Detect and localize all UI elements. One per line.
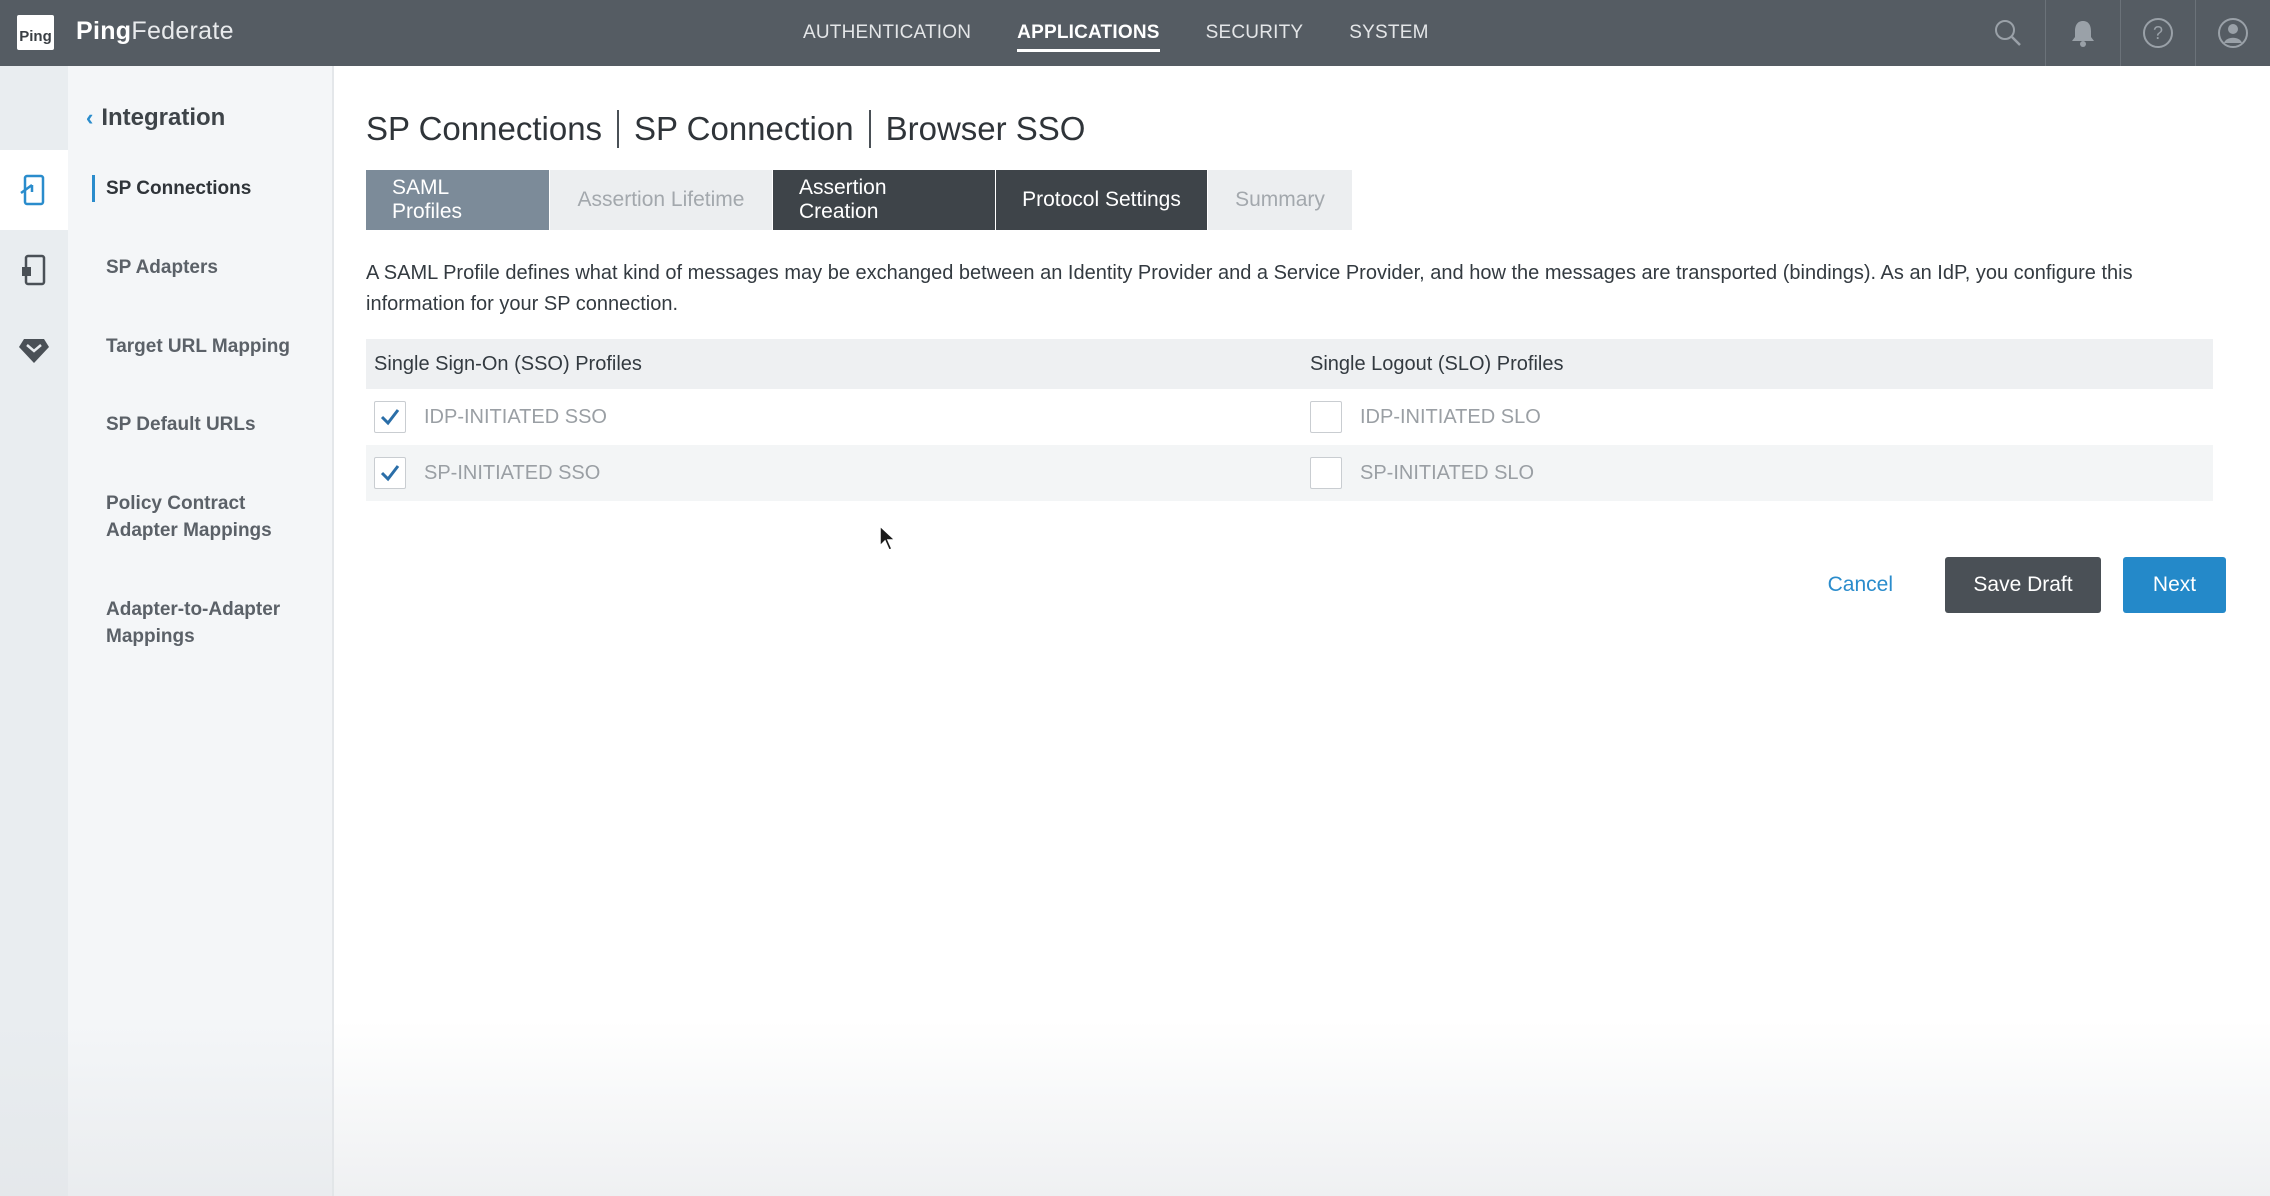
user-icon[interactable] bbox=[2195, 0, 2270, 66]
checkmark-icon bbox=[380, 465, 400, 482]
top-bar: Ping PingFederate AUTHENTICATION APPLICA… bbox=[0, 0, 2270, 66]
bell-icon[interactable] bbox=[2045, 0, 2120, 66]
search-icon[interactable] bbox=[1970, 0, 2045, 66]
next-button[interactable]: Next bbox=[2123, 557, 2226, 613]
sidebar-item-adapter-to-adapter-mappings[interactable]: Adapter-to-Adapter Mappings bbox=[106, 596, 306, 650]
tab-protocol-settings[interactable]: Protocol Settings bbox=[996, 170, 1208, 230]
mouse-cursor-icon bbox=[878, 524, 898, 557]
tab-saml-profiles[interactable]: SAML Profiles bbox=[366, 170, 550, 230]
tab-assertion-creation[interactable]: Assertion Creation bbox=[773, 170, 996, 230]
sidebar-item-sp-adapters[interactable]: SP Adapters bbox=[106, 254, 218, 281]
brand-light: Federate bbox=[131, 17, 234, 45]
profiles-header: Single Sign-On (SSO) Profiles Single Log… bbox=[366, 339, 2213, 389]
sidebar-item-target-url-mapping[interactable]: Target URL Mapping bbox=[106, 333, 290, 360]
idp-initiated-slo-checkbox[interactable] bbox=[1310, 401, 1342, 433]
brand-name: PingFederate bbox=[76, 17, 234, 46]
checkmark-icon bbox=[380, 409, 400, 426]
idp-initiated-sso-checkbox[interactable] bbox=[374, 401, 406, 433]
profile-row: SP-INITIATED SSO SP-INITIATED SLO bbox=[366, 445, 2213, 501]
sidebar-item-policy-contract-adapter-mappings[interactable]: Policy Contract Adapter Mappings bbox=[106, 490, 306, 544]
sp-initiated-sso-label: SP-INITIATED SSO bbox=[424, 461, 601, 484]
breadcrumb: SP Connections SP Connection Browser SSO bbox=[366, 110, 1085, 148]
nav-applications[interactable]: APPLICATIONS bbox=[994, 0, 1182, 66]
breadcrumb-divider bbox=[617, 110, 620, 148]
sidebar-back-label: Integration bbox=[101, 104, 226, 131]
sidebar: ‹ Integration SP Connections SP Adapters… bbox=[68, 66, 334, 1196]
svg-text:?: ? bbox=[2153, 23, 2163, 43]
icon-rail bbox=[0, 66, 68, 1196]
bottom-fade bbox=[0, 1020, 2270, 1196]
breadcrumb-sp-connections[interactable]: SP Connections bbox=[366, 110, 602, 148]
sp-initiated-slo-label: SP-INITIATED SLO bbox=[1360, 461, 1535, 484]
help-icon[interactable]: ? bbox=[2120, 0, 2195, 66]
sp-initiated-sso-checkbox[interactable] bbox=[374, 457, 406, 489]
idp-initiated-sso-label: IDP-INITIATED SSO bbox=[424, 405, 607, 428]
breadcrumb-browser-sso: Browser SSO bbox=[885, 110, 1086, 147]
policy-icon[interactable] bbox=[0, 310, 68, 390]
save-draft-button[interactable]: Save Draft bbox=[1945, 557, 2101, 613]
sp-initiated-slo-checkbox[interactable] bbox=[1310, 457, 1342, 489]
logo-text: Ping bbox=[19, 28, 52, 45]
sidebar-item-sp-default-urls[interactable]: SP Default URLs bbox=[106, 411, 256, 438]
top-icons: ? bbox=[1970, 0, 2270, 66]
nav-authentication[interactable]: AUTHENTICATION bbox=[780, 0, 994, 66]
breadcrumb-divider bbox=[868, 110, 871, 148]
breadcrumb-sp-connection[interactable]: SP Connection bbox=[634, 110, 854, 148]
slo-profiles-header: Single Logout (SLO) Profiles bbox=[1310, 352, 1564, 375]
profile-row: IDP-INITIATED SSO IDP-INITIATED SLO bbox=[366, 389, 2213, 445]
chevron-left-icon: ‹ bbox=[86, 105, 94, 130]
sp-adapter-icon[interactable] bbox=[0, 230, 68, 310]
nav-security[interactable]: SECURITY bbox=[1183, 0, 1327, 66]
ping-logo[interactable]: Ping bbox=[17, 15, 54, 50]
idp-initiated-slo-label: IDP-INITIATED SLO bbox=[1360, 405, 1541, 428]
brand-bold: Ping bbox=[76, 17, 132, 45]
main-nav: AUTHENTICATION APPLICATIONS SECURITY SYS… bbox=[780, 0, 1452, 66]
sso-profiles-header: Single Sign-On (SSO) Profiles bbox=[374, 352, 642, 375]
cancel-button[interactable]: Cancel bbox=[1828, 573, 1893, 597]
tab-summary: Summary bbox=[1208, 170, 1353, 230]
profiles-table: Single Sign-On (SSO) Profiles Single Log… bbox=[366, 339, 2213, 501]
tab-assertion-lifetime: Assertion Lifetime bbox=[550, 170, 773, 230]
sp-connection-icon[interactable] bbox=[0, 150, 68, 230]
saml-profile-description: A SAML Profile defines what kind of mess… bbox=[366, 262, 2133, 315]
nav-system[interactable]: SYSTEM bbox=[1326, 0, 1451, 66]
sidebar-item-sp-connections[interactable]: SP Connections bbox=[91, 175, 251, 202]
wizard-tabs: SAML Profiles Assertion Lifetime Asserti… bbox=[366, 170, 1353, 230]
wizard-actions: Cancel Save Draft Next bbox=[1828, 557, 2226, 613]
back-to-integration[interactable]: ‹ Integration bbox=[86, 104, 225, 132]
